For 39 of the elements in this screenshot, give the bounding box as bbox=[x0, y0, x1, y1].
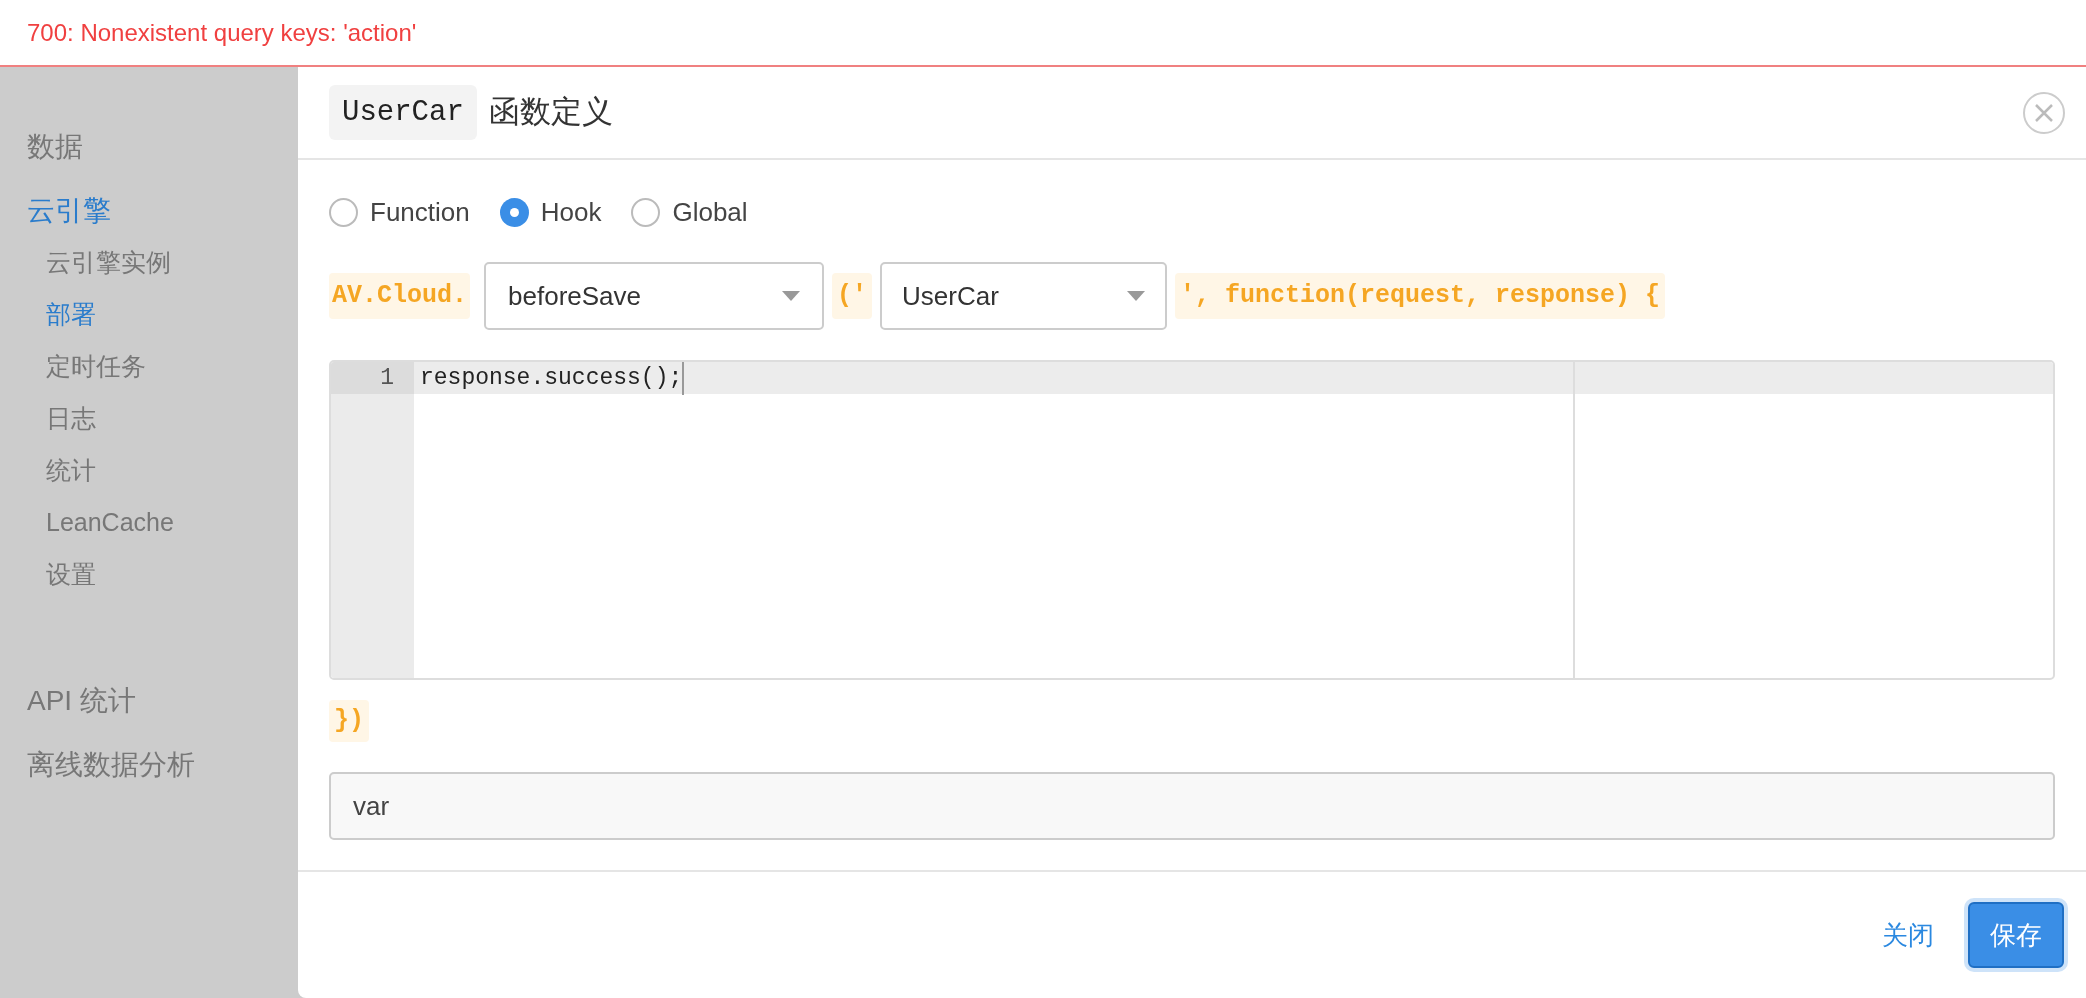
sidebar-subitem[interactable]: 云引擎实例 bbox=[46, 245, 171, 279]
radio-label: Hook bbox=[540, 195, 602, 229]
type-radio[interactable]: Global bbox=[631, 192, 748, 232]
class-select[interactable]: UserCar bbox=[880, 262, 1168, 330]
code-open-paren: (' bbox=[832, 273, 873, 319]
var-input-field[interactable]: var bbox=[329, 772, 2055, 840]
hook-select[interactable]: beforeSave bbox=[484, 262, 825, 330]
save-button[interactable]: 保存 bbox=[1968, 902, 2064, 968]
sidebar-subitem[interactable]: 日志 bbox=[46, 401, 96, 435]
code-prefix: AV.Cloud. bbox=[329, 273, 471, 319]
code-line: response.success(); bbox=[414, 362, 685, 396]
type-radio[interactable]: Hook bbox=[499, 192, 602, 232]
sidebar-item[interactable]: 数据 bbox=[27, 127, 83, 167]
sidebar-item[interactable]: API 统计 bbox=[27, 681, 136, 721]
sidebar-subitem[interactable]: 统计 bbox=[46, 453, 96, 487]
close-icon bbox=[2034, 102, 2054, 123]
type-radio[interactable]: Function bbox=[329, 192, 470, 232]
radio-label: Function bbox=[370, 195, 470, 229]
dialog-title: 函数定义 bbox=[488, 93, 613, 132]
error-message: 700: Nonexistent query keys: 'action' bbox=[27, 17, 417, 48]
sidebar-subitem[interactable]: 定时任务 bbox=[46, 349, 146, 383]
sidebar-subitem[interactable]: 设置 bbox=[46, 557, 96, 591]
sidebar-subitem[interactable]: LeanCache bbox=[46, 505, 174, 539]
line-number: 1 bbox=[331, 362, 414, 394]
caret-icon bbox=[1127, 291, 1146, 301]
radio-label: Global bbox=[672, 195, 748, 229]
close-button[interactable] bbox=[2023, 91, 2065, 134]
sidebar-item[interactable]: 云引擎 bbox=[27, 191, 111, 231]
sidebar-subitem[interactable]: 部署 bbox=[46, 297, 96, 331]
caret-icon bbox=[782, 291, 801, 301]
radio-button[interactable] bbox=[329, 197, 358, 227]
radio-button[interactable] bbox=[631, 197, 661, 227]
code-editor[interactable]: 1 response.success(); bbox=[329, 360, 2055, 680]
class-name-code: UserCar bbox=[329, 84, 477, 141]
code-closing: }) bbox=[329, 700, 369, 742]
radio-button[interactable] bbox=[499, 197, 529, 227]
close-link[interactable]: 关闭 bbox=[1882, 915, 1934, 955]
code-suffix: ', function(request, response) { bbox=[1175, 273, 1666, 319]
sidebar-item[interactable]: 离线数据分析 bbox=[27, 745, 195, 785]
